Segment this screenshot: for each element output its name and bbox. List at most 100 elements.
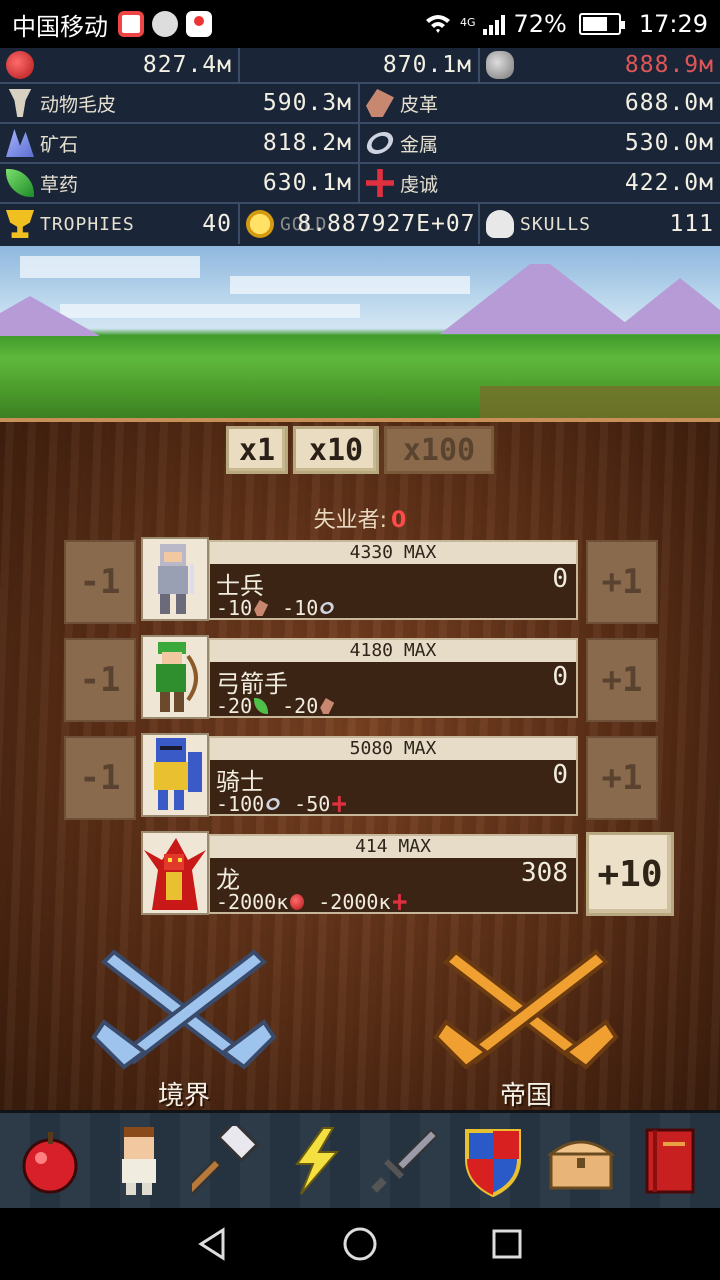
toolbar-defense-button[interactable]	[455, 1121, 531, 1201]
unit-bar: 4330 MAX 士兵 0 -10 -10	[208, 540, 578, 620]
bottom-toolbar	[0, 1110, 720, 1208]
knight-minus-button[interactable]: -1	[64, 736, 136, 820]
nav-recents-button[interactable]	[483, 1220, 531, 1268]
notification-map-icon	[186, 11, 212, 37]
unit-bar: 5080 MAX 骑士 0 -100 -50	[208, 736, 578, 816]
idle-count: 0	[391, 508, 407, 533]
lightning-icon	[294, 1126, 339, 1195]
resource-stone[interactable]: 888.9м	[480, 48, 720, 82]
leather-icon	[254, 600, 269, 616]
skulls-value: 111	[669, 211, 714, 237]
nav-home-button[interactable]	[336, 1220, 384, 1268]
resource-gold[interactable]: GOLD 8.887927E+07	[240, 204, 480, 244]
cost-amount: -10	[282, 596, 319, 620]
ore-label: 矿石	[40, 133, 79, 156]
silver-crossed-swords-icon	[91, 949, 277, 1070]
faith-value: 422.0м	[624, 170, 714, 196]
archer-portrait-icon	[141, 635, 209, 719]
wifi-icon	[425, 15, 450, 33]
multiplier-x1-button[interactable]: x1	[226, 426, 288, 474]
archer-minus-button[interactable]: -1	[64, 638, 136, 722]
cloud	[60, 304, 360, 318]
metal-label: 金属	[400, 133, 439, 156]
sword-icon	[371, 1128, 439, 1193]
resource-skulls[interactable]: SKULLS 111	[480, 204, 720, 244]
mountain	[610, 278, 720, 334]
herbs-value: 630.1м	[262, 170, 352, 196]
resource-trophies[interactable]: TROPHIES 40	[0, 204, 240, 244]
cost-amount: -10	[216, 596, 253, 620]
faith-cross-icon	[332, 796, 347, 812]
unit-count: 0	[552, 662, 568, 692]
cost-amount: -20	[216, 694, 253, 718]
trophies-value: 40	[202, 211, 232, 237]
unit-bar: 414 MAX 龙 308 -2000ĸ -2000ĸ	[208, 834, 578, 914]
idle-label: 失业者:	[313, 508, 388, 533]
toolbar-treasure-button[interactable]	[543, 1121, 619, 1201]
unit-costs: -2000ĸ -2000ĸ	[216, 890, 407, 914]
multiplier-x100-button[interactable]: x100	[384, 426, 494, 474]
shield-icon	[464, 1128, 521, 1197]
network-type: 4G	[459, 16, 476, 29]
knight-plus-button[interactable]: +1	[586, 736, 658, 820]
empire-label: 帝国	[499, 1081, 552, 1111]
metal-ring-icon	[264, 795, 283, 813]
ore-icon	[6, 129, 34, 157]
cost-amount: -20	[282, 694, 319, 718]
metal-ring-icon	[318, 599, 337, 617]
leather-icon	[366, 89, 394, 117]
unit-max: 414 MAX	[210, 836, 576, 858]
fur-label: 动物毛皮	[40, 93, 117, 116]
home-circle-icon	[343, 1227, 377, 1261]
apple-icon	[22, 1131, 78, 1193]
worker-icon	[121, 1126, 156, 1195]
skull-icon	[486, 210, 514, 238]
dragon-portrait-icon	[141, 831, 209, 915]
back-triangle-icon	[198, 1227, 225, 1261]
apple-icon	[6, 51, 34, 79]
leather-value: 688.0м	[624, 90, 714, 116]
chest-icon	[547, 1140, 616, 1189]
skulls-label: SKULLS	[520, 213, 592, 235]
resource-leather[interactable]: 皮革 688.0м	[360, 84, 720, 122]
leather-icon	[320, 698, 335, 714]
toolbar-battle-button[interactable]	[366, 1121, 442, 1201]
resource-faith[interactable]: 虔诚 422.0м	[360, 164, 720, 202]
landscape-scene	[0, 246, 720, 418]
idle-workers: 失业者: 0	[0, 502, 720, 534]
empire-button[interactable]: 帝国	[426, 942, 626, 1112]
multiplier-x10-button[interactable]: x10	[293, 426, 379, 474]
unit-knight: 5080 MAX 骑士 0 -100 -50	[138, 732, 580, 818]
notification-app-icon	[118, 11, 144, 37]
realm-button[interactable]: 境界	[84, 942, 284, 1112]
resource-wood[interactable]: 870.1м	[0, 48, 480, 498]
soldier-minus-button[interactable]: -1	[64, 540, 136, 624]
resource-herbs[interactable]: 草药 630.1м	[0, 164, 360, 202]
resource-metal[interactable]: 金属 530.0м	[360, 124, 720, 162]
nav-back-button[interactable]	[189, 1220, 237, 1268]
unit-max: 5080 MAX	[210, 738, 576, 760]
resource-fur[interactable]: 动物毛皮 590.3м	[0, 84, 360, 122]
system-nav-bar	[0, 1208, 720, 1280]
notification-avatar-icon	[152, 11, 178, 37]
wood-value: 870.1м	[382, 52, 472, 78]
toolbar-magic-button[interactable]	[278, 1121, 354, 1201]
trophy-icon	[6, 210, 34, 238]
toolbar-workers-button[interactable]	[101, 1121, 177, 1201]
leather-label: 皮革	[400, 93, 439, 116]
toolbar-food-button[interactable]	[12, 1121, 88, 1201]
resource-ore[interactable]: 矿石 818.2м	[0, 124, 360, 162]
gold-coin-icon	[246, 210, 274, 238]
unit-max: 4330 MAX	[210, 542, 576, 564]
clock: 17:29	[638, 10, 708, 38]
resource-food[interactable]: 827.4м	[0, 48, 240, 82]
toolbar-book-button[interactable]	[632, 1121, 708, 1201]
toolbar-build-button[interactable]	[189, 1121, 265, 1201]
cloud	[20, 256, 200, 278]
soldier-plus-button[interactable]: +1	[586, 540, 658, 624]
herbs-label: 草药	[40, 173, 79, 196]
faith-label: 虔诚	[400, 173, 439, 196]
archer-plus-button[interactable]: +1	[586, 638, 658, 722]
dragon-plus-ten-button[interactable]: +10	[586, 832, 674, 916]
food-value: 827.4м	[142, 52, 232, 78]
